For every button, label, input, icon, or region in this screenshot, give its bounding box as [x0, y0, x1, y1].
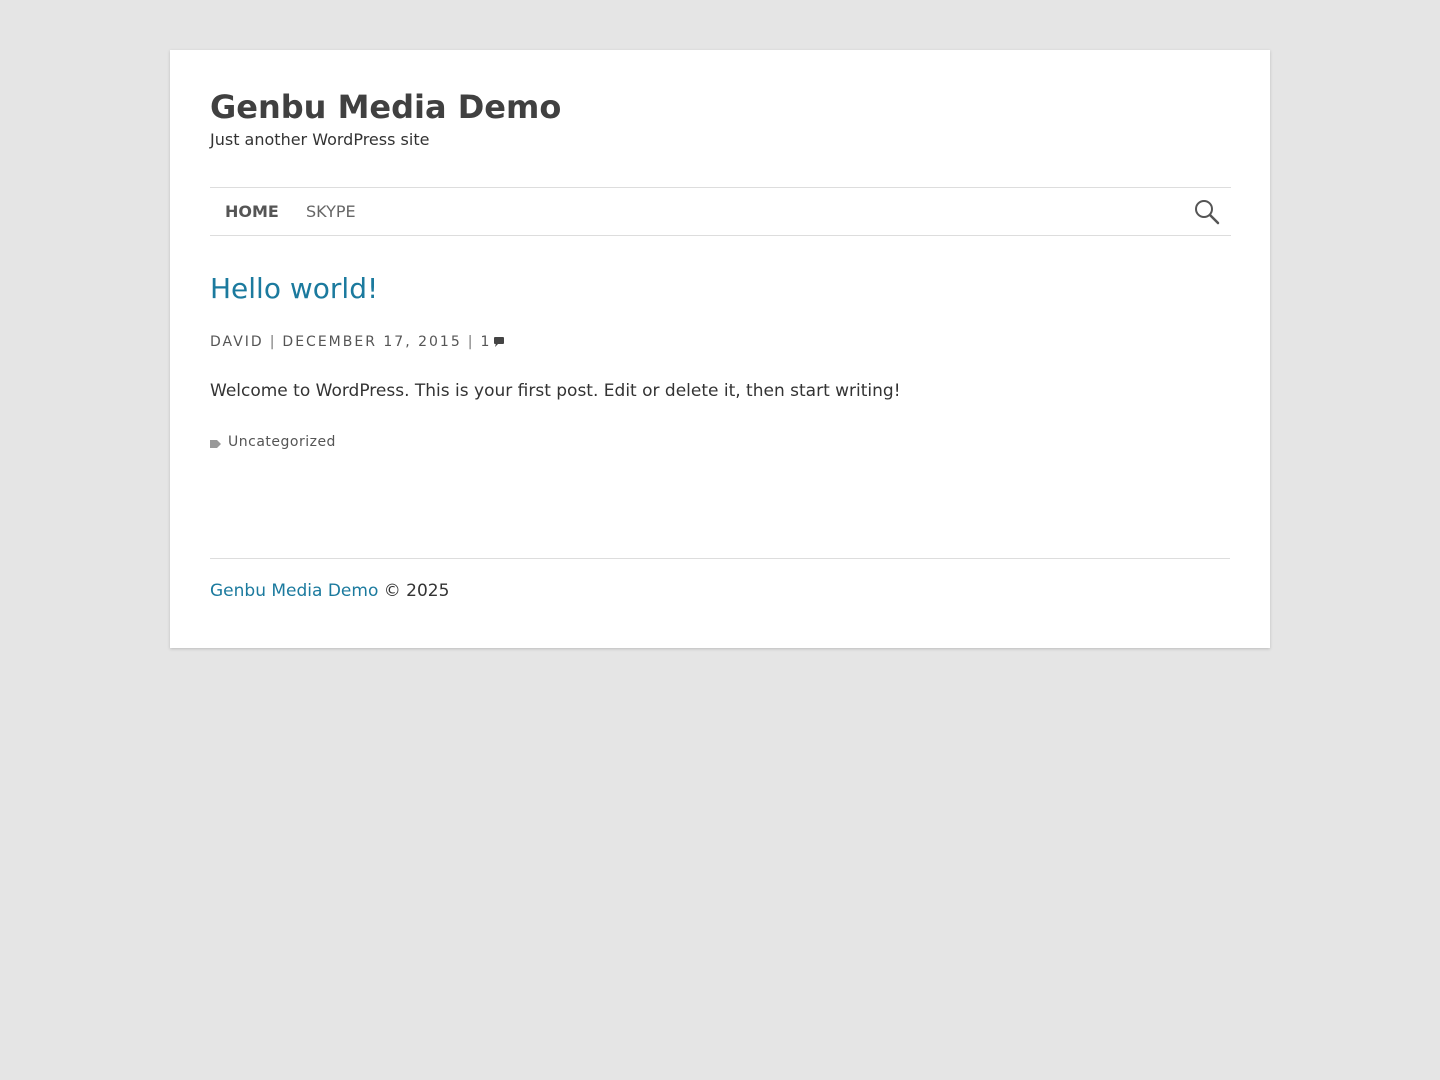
page-container: Genbu Media Demo Just another WordPress …: [170, 50, 1270, 648]
post-comments-link[interactable]: 1: [480, 334, 505, 350]
site-title[interactable]: Genbu Media Demo: [210, 88, 561, 126]
footer-divider: [210, 558, 1230, 559]
footer-copyright: © 2025: [383, 581, 450, 601]
nav-item-skype[interactable]: SKYPE: [306, 188, 356, 235]
site-description: Just another WordPress site: [210, 130, 430, 149]
nav-item-home[interactable]: HOME: [225, 188, 279, 235]
post-date-link[interactable]: DECEMBER 17, 2015: [282, 334, 461, 350]
main-navigation: HOME SKYPE: [210, 187, 1231, 236]
tag-icon: [210, 437, 222, 448]
meta-separator: |: [467, 334, 475, 350]
post-content: Welcome to WordPress. This is your first…: [210, 381, 901, 401]
footer-site-link[interactable]: Genbu Media Demo: [210, 581, 378, 601]
post-meta: DAVID | DECEMBER 17, 2015 | 1: [210, 334, 505, 350]
comment-count: 1: [480, 334, 492, 350]
meta-separator: |: [269, 334, 277, 350]
post-author-link[interactable]: DAVID: [210, 334, 264, 350]
site-footer: Genbu Media Demo © 2025: [210, 581, 449, 601]
post-categories: Uncategorized: [210, 434, 336, 450]
comment-icon: [493, 336, 505, 348]
post-title-link[interactable]: Hello world!: [210, 272, 378, 306]
search-icon[interactable]: [1193, 198, 1221, 226]
category-link[interactable]: Uncategorized: [228, 434, 336, 450]
